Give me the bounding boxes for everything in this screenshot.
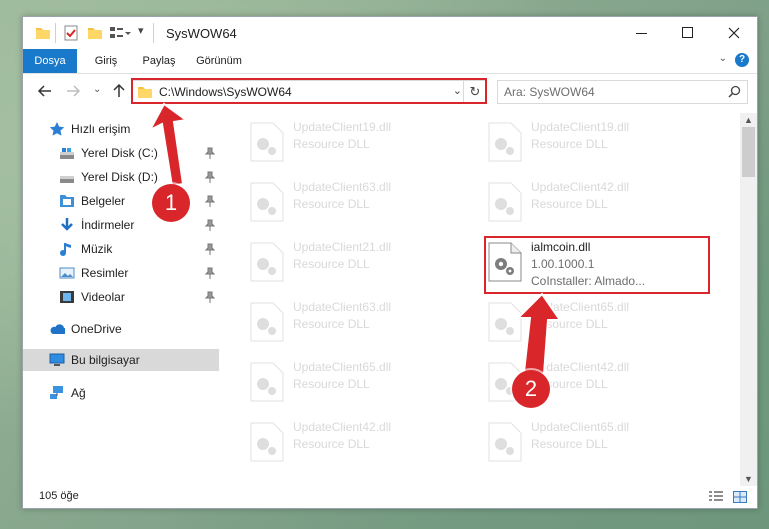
step-2-badge: 2	[512, 370, 550, 408]
annotation-arrows	[147, 102, 562, 376]
step-1-badge: 1	[152, 184, 190, 222]
arrow-to-file	[515, 292, 562, 376]
arrow-to-address-bar	[147, 102, 189, 188]
